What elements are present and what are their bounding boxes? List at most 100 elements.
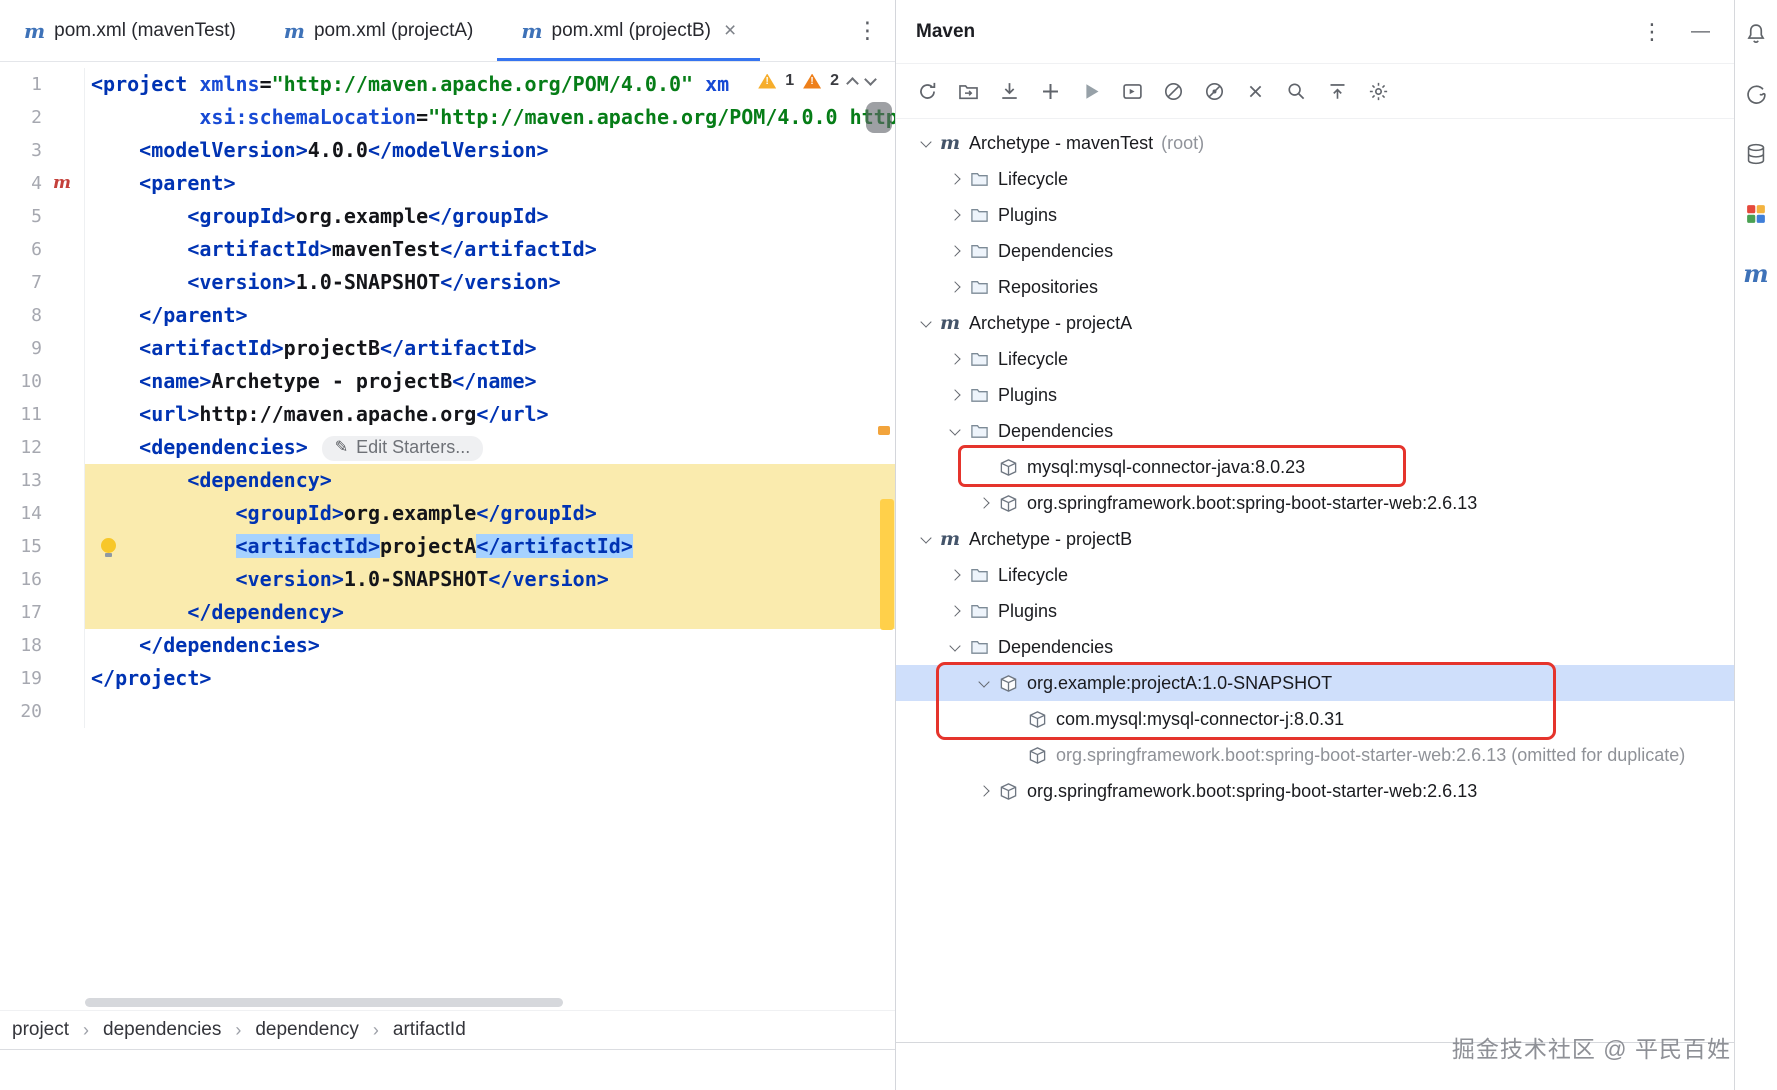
code-text[interactable]: </dependency> [85, 596, 895, 629]
execute-maven-goal-button[interactable] [1121, 80, 1144, 103]
code-text[interactable]: <artifactId>projectB</artifactId> [85, 332, 895, 365]
code-text[interactable]: <artifactId>projectA</artifactId> [85, 530, 895, 563]
code-line[interactable]: 7 <version>1.0-SNAPSHOT</version> [0, 266, 895, 299]
code-line[interactable]: 3 <modelVersion>4.0.0</modelVersion> [0, 134, 895, 167]
previous-issue-icon[interactable] [846, 77, 859, 90]
tree-item[interactable]: Dependencies [896, 413, 1734, 449]
chevron-down-icon[interactable] [949, 639, 961, 652]
close-button[interactable] [1244, 80, 1267, 103]
tab-options-icon[interactable]: ⋮ [840, 0, 895, 61]
tree-item[interactable]: m Archetype - projectB [896, 521, 1734, 557]
chevron-down-icon[interactable] [920, 315, 932, 328]
code-line[interactable]: 14 <groupId>org.example</groupId> [0, 497, 895, 530]
breadcrumb-item[interactable]: dependency [255, 1019, 359, 1041]
run-maven-build-button[interactable] [1080, 80, 1103, 103]
code-text[interactable]: <name>Archetype - projectB</name> [85, 365, 895, 398]
code-line[interactable]: 15 <artifactId>projectA</artifactId> [0, 530, 895, 563]
editor-tab[interactable]: m pom.xml (projectA) [260, 0, 498, 61]
chevron-right-icon[interactable] [978, 785, 990, 797]
reload-all-maven-projects-button[interactable] [916, 80, 939, 103]
code-text[interactable]: <parent> [85, 167, 895, 200]
tree-item[interactable]: org.example:projectA:1.0-SNAPSHOT [896, 665, 1734, 701]
tree-item[interactable]: Dependencies [896, 233, 1734, 269]
plugins-icon[interactable] [1742, 200, 1770, 228]
tree-item[interactable]: Lifecycle [896, 557, 1734, 593]
chevron-down-icon[interactable] [978, 675, 990, 688]
tree-item[interactable]: org.springframework.boot:spring-boot-sta… [896, 737, 1734, 773]
code-text[interactable]: <version>1.0-SNAPSHOT</version> [85, 563, 895, 596]
next-issue-icon[interactable] [864, 72, 877, 86]
code-line[interactable]: 13 <dependency> [0, 464, 895, 497]
chevron-right-icon[interactable] [949, 281, 961, 293]
edit-starters-chip[interactable]: ✎ Edit Starters... [321, 435, 484, 461]
code-text[interactable]: <version>1.0-SNAPSHOT</version> [85, 266, 895, 299]
code-text[interactable]: <modelVersion>4.0.0</modelVersion> [85, 134, 895, 167]
add-maven-project-button[interactable] [1039, 80, 1062, 103]
collapse-all-button[interactable] [1326, 80, 1349, 103]
horizontal-scrollbar-thumb[interactable] [85, 998, 563, 1007]
tree-item[interactable]: org.springframework.boot:spring-boot-sta… [896, 773, 1734, 809]
code-text[interactable]: <dependencies> ✎ Edit Starters... [85, 431, 895, 464]
tree-item[interactable]: m Archetype - projectA [896, 305, 1734, 341]
notifications-icon[interactable] [1742, 20, 1770, 48]
chevron-down-icon[interactable] [920, 135, 932, 148]
breadcrumb-item[interactable]: artifactId [393, 1019, 466, 1041]
chevron-right-icon[interactable] [949, 389, 961, 401]
chevron-right-icon[interactable] [949, 209, 961, 221]
generate-sources-button[interactable] [957, 80, 980, 103]
code-text[interactable]: <url>http://maven.apache.org</url> [85, 398, 895, 431]
code-line[interactable]: 16 <version>1.0-SNAPSHOT</version> [0, 563, 895, 596]
code-text[interactable]: </project> [85, 662, 895, 695]
code-line[interactable]: 20 [0, 695, 895, 728]
code-line[interactable]: 2 xsi:schemaLocation="http://maven.apach… [0, 101, 895, 134]
code-line[interactable]: 19 </project> [0, 662, 895, 695]
chevron-right-icon[interactable] [949, 605, 961, 617]
code-text[interactable]: </dependencies> [85, 629, 895, 662]
code-text[interactable]: xsi:schemaLocation="http://maven.apache.… [85, 101, 895, 134]
tree-item[interactable]: Plugins [896, 593, 1734, 629]
code-line[interactable]: 9 <artifactId>projectB</artifactId> [0, 332, 895, 365]
code-line[interactable]: 6 <artifactId>mavenTest</artifactId> [0, 233, 895, 266]
tree-item[interactable]: m Archetype - mavenTest (root) [896, 125, 1734, 161]
more-options-icon[interactable]: ⋮ [1641, 19, 1663, 45]
code-editor[interactable]: 1 <project xmlns="http://maven.apache.org… [0, 62, 895, 995]
maven-module-icon[interactable]: m [53, 167, 71, 200]
tree-item[interactable]: mysql:mysql-connector-java:8.0.23 [896, 449, 1734, 485]
breadcrumb-item[interactable]: dependencies [103, 1019, 221, 1041]
breadcrumb-item[interactable]: project [12, 1019, 69, 1041]
tree-item[interactable]: Plugins [896, 197, 1734, 233]
show-dependency-analyzer-button[interactable] [1285, 80, 1308, 103]
chevron-right-icon[interactable] [949, 173, 961, 185]
toggle-offline-mode-button[interactable] [1203, 80, 1226, 103]
code-line[interactable]: 12 <dependencies> ✎ Edit Starters... [0, 431, 895, 464]
code-line[interactable]: 11 <url>http://maven.apache.org</url> [0, 398, 895, 431]
tree-item[interactable]: Lifecycle [896, 341, 1734, 377]
tree-item[interactable]: org.springframework.boot:spring-boot-sta… [896, 485, 1734, 521]
chevron-right-icon[interactable] [978, 497, 990, 509]
skip-tests-button[interactable] [1162, 80, 1185, 103]
hide-tool-window-icon[interactable]: — [1691, 21, 1714, 43]
inspections-widget[interactable]: 1 2 [750, 66, 883, 96]
tree-item[interactable]: Lifecycle [896, 161, 1734, 197]
horizontal-scrollbar[interactable] [0, 995, 895, 1010]
code-line[interactable]: 5 <groupId>org.example</groupId> [0, 200, 895, 233]
tree-item[interactable]: com.mysql:mysql-connector-j:8.0.31 [896, 701, 1734, 737]
code-line[interactable]: 17 </dependency> [0, 596, 895, 629]
code-text[interactable] [85, 695, 895, 728]
database-icon[interactable] [1742, 140, 1770, 168]
chevron-right-icon[interactable] [949, 245, 961, 257]
download-sources-button[interactable] [998, 80, 1021, 103]
gradle-icon[interactable] [1742, 80, 1770, 108]
tree-item[interactable]: Plugins [896, 377, 1734, 413]
chevron-right-icon[interactable] [949, 569, 961, 581]
code-text[interactable]: <artifactId>mavenTest</artifactId> [85, 233, 895, 266]
chevron-right-icon[interactable] [949, 353, 961, 365]
code-text[interactable]: <groupId>org.example</groupId> [85, 497, 895, 530]
code-text[interactable]: </parent> [85, 299, 895, 332]
code-text[interactable]: <groupId>org.example</groupId> [85, 200, 895, 233]
code-line[interactable]: 4m <parent> [0, 167, 895, 200]
tree-item[interactable]: Dependencies [896, 629, 1734, 665]
chevron-down-icon[interactable] [920, 531, 932, 544]
intention-bulb-icon[interactable] [101, 538, 116, 557]
tree-item[interactable]: Repositories [896, 269, 1734, 305]
